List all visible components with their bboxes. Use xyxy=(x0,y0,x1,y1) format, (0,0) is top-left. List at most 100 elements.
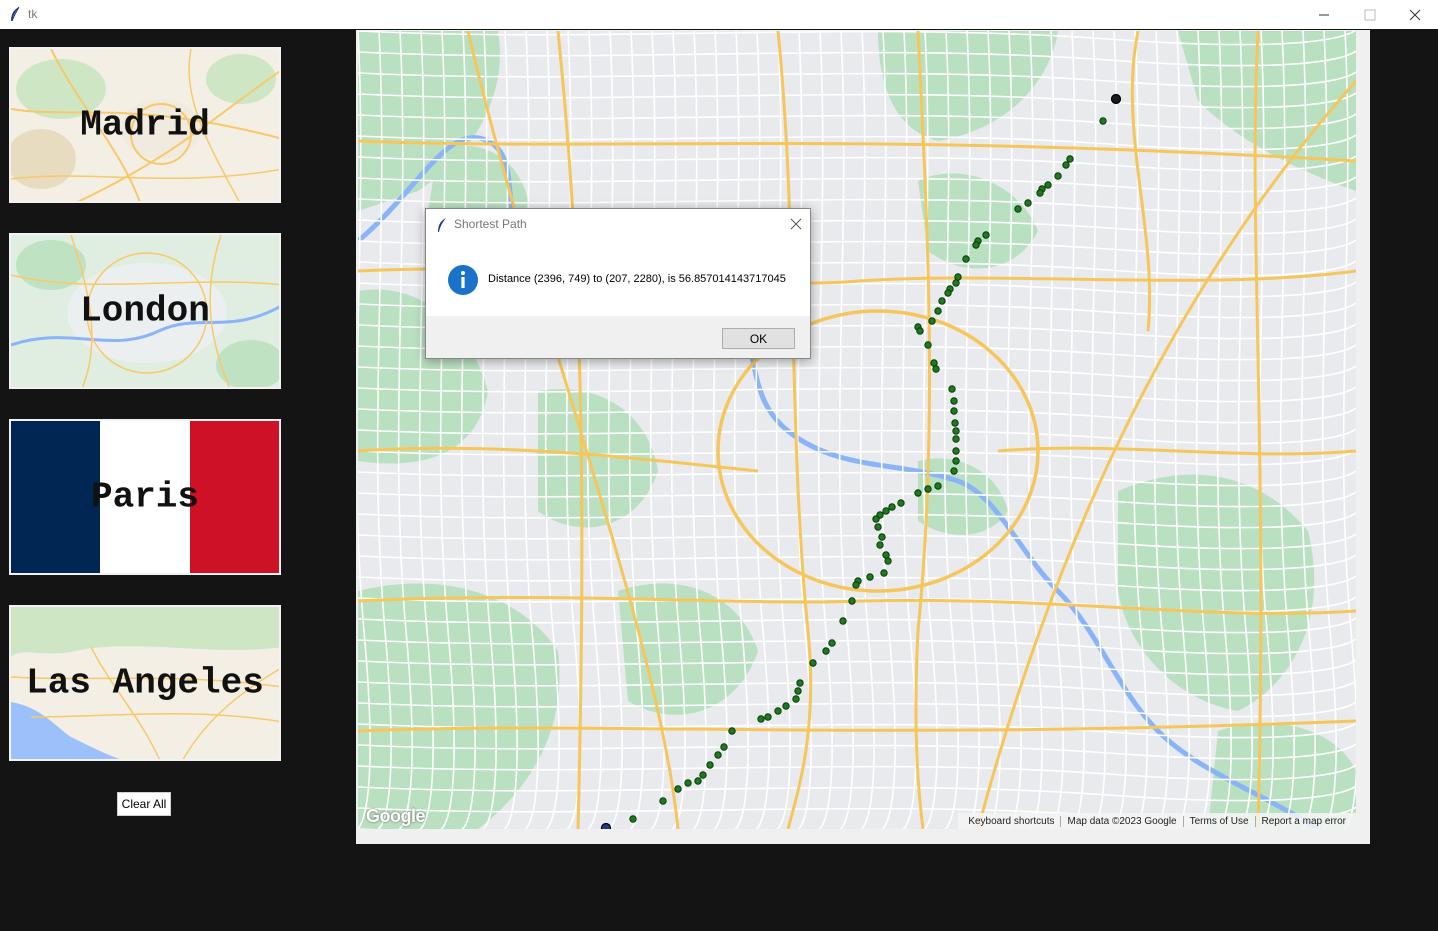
route-point xyxy=(944,289,952,297)
route-point xyxy=(872,515,880,523)
route-point xyxy=(684,779,692,787)
route-point xyxy=(952,427,960,435)
route-point xyxy=(714,751,722,759)
tk-feather-icon xyxy=(9,6,21,26)
route-point xyxy=(888,503,896,511)
route-point xyxy=(916,327,924,335)
route-point xyxy=(828,639,836,647)
map-data-text: Map data ©2023 Google xyxy=(1060,815,1182,827)
route-point xyxy=(897,499,905,507)
route-point xyxy=(950,397,958,405)
route-point xyxy=(796,679,804,687)
route-point xyxy=(706,761,714,769)
route-point xyxy=(882,507,890,515)
route-point xyxy=(809,659,817,667)
city-button-paris[interactable]: Paris xyxy=(9,419,281,575)
route-point xyxy=(699,771,707,779)
route-point xyxy=(694,777,702,785)
route-point xyxy=(954,273,962,281)
dialog-close-icon[interactable] xyxy=(790,215,802,234)
route-point xyxy=(1036,189,1044,197)
city-button-madrid[interactable]: Madrid xyxy=(9,47,281,203)
route-point xyxy=(874,523,882,531)
route-point xyxy=(839,617,847,625)
route-point xyxy=(1054,172,1062,180)
route-point xyxy=(822,647,830,655)
route-point xyxy=(982,231,990,239)
window-title: tk xyxy=(28,7,38,21)
route-point xyxy=(914,489,922,497)
route-point xyxy=(952,457,960,465)
city-label: Paris xyxy=(90,476,200,518)
city-label: London xyxy=(80,290,210,332)
route-point xyxy=(951,419,959,427)
route-point xyxy=(882,551,890,559)
route-point xyxy=(938,297,946,305)
route-point xyxy=(952,279,960,287)
route-point xyxy=(952,435,960,443)
route-point xyxy=(720,743,728,751)
city-label: Madrid xyxy=(80,104,210,146)
report-map-error-link[interactable]: Report a map error xyxy=(1254,815,1352,827)
route-point xyxy=(934,307,942,315)
route-point xyxy=(950,407,958,415)
route-point xyxy=(764,713,772,721)
route-point xyxy=(952,447,960,455)
route-point xyxy=(930,359,938,367)
route-point xyxy=(948,385,956,393)
terms-of-use-link[interactable]: Terms of Use xyxy=(1182,815,1255,827)
tk-feather-icon xyxy=(436,217,448,237)
route-point xyxy=(852,581,860,589)
city-button-london[interactable]: London xyxy=(9,233,281,389)
close-button[interactable] xyxy=(1392,0,1438,29)
route-point xyxy=(880,569,888,577)
minimize-button[interactable] xyxy=(1301,0,1347,29)
route-point xyxy=(866,573,874,581)
route-point xyxy=(884,557,892,565)
ok-button[interactable]: OK xyxy=(722,328,795,349)
info-icon xyxy=(447,264,479,300)
route-point xyxy=(972,241,980,249)
route-point xyxy=(924,485,932,493)
route-point xyxy=(1099,117,1107,125)
route-point xyxy=(1024,199,1032,207)
route-point xyxy=(1044,181,1052,189)
route-point xyxy=(674,785,682,793)
route-point xyxy=(934,482,942,490)
clear-all-button[interactable]: Clear All xyxy=(117,792,171,816)
route-point xyxy=(757,715,765,723)
route-point xyxy=(728,727,736,735)
route-point xyxy=(1062,161,1070,169)
route-point xyxy=(962,255,970,263)
route-point xyxy=(950,467,958,475)
maximize-button[interactable] xyxy=(1347,0,1393,29)
route-point xyxy=(792,695,800,703)
title-bar: tk xyxy=(0,0,1438,29)
route-start-marker xyxy=(1110,93,1122,105)
shortest-path-dialog: Shortest Path Distance (2396, 749) to (2… xyxy=(425,208,811,359)
google-logo: Google xyxy=(366,806,426,826)
route-point xyxy=(928,317,936,325)
route-point xyxy=(629,815,637,823)
route-point xyxy=(878,533,886,541)
route-point xyxy=(924,341,932,349)
route-point xyxy=(932,365,940,373)
route-point xyxy=(782,702,790,710)
route-point xyxy=(794,687,802,695)
route-point xyxy=(876,541,884,549)
route-point xyxy=(848,597,856,605)
map-canvas[interactable] xyxy=(358,31,1356,829)
route-point xyxy=(1066,155,1074,163)
dialog-message: Distance (2396, 749) to (207, 2280), is … xyxy=(488,273,786,285)
city-button-los-angeles[interactable]: Las Angeles xyxy=(9,605,281,761)
route-end-marker xyxy=(600,822,612,829)
route-point xyxy=(1014,205,1022,213)
keyboard-shortcuts-link[interactable]: Keyboard shortcuts xyxy=(962,816,1060,827)
city-label: Las Angeles xyxy=(26,662,264,704)
route-point xyxy=(774,707,782,715)
dialog-title: Shortest Path xyxy=(454,217,527,231)
paris-map[interactable]: Google Keyboard shortcuts Map data ©2023… xyxy=(358,31,1356,829)
route-point xyxy=(659,797,667,805)
map-attribution-bar: Keyboard shortcuts Map data ©2023 Google… xyxy=(958,813,1356,829)
dialog-footer: OK xyxy=(426,316,810,358)
